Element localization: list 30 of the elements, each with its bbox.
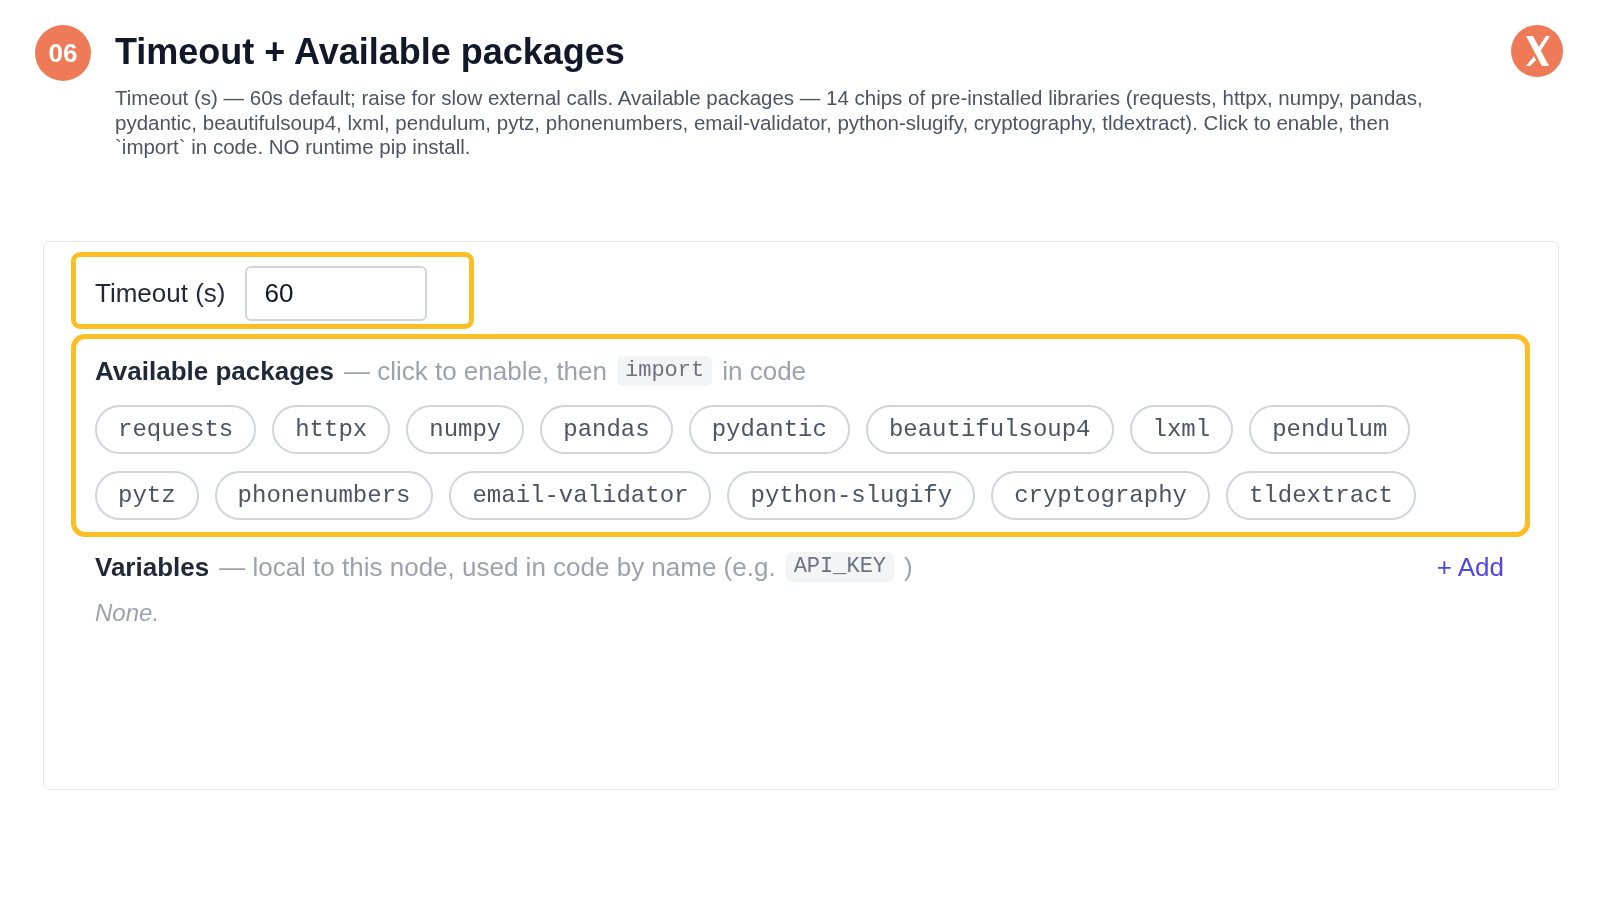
section-label: Available packages	[95, 354, 334, 388]
section-label: Variables	[95, 550, 210, 584]
timeout-label: Timeout (s)	[95, 277, 226, 309]
package-chip[interactable]: cryptography	[991, 470, 1210, 520]
code-snippet: API_KEY	[785, 551, 895, 582]
empty-text: None.	[95, 598, 160, 626]
package-chip[interactable]: email-validator	[449, 470, 712, 520]
package-chip[interactable]: pandas	[540, 404, 673, 454]
hint-text: — local to this node, used in code by name (e.g.	[219, 550, 776, 584]
package-chip[interactable]: pydantic	[688, 404, 850, 454]
package-chip[interactable]: pytz	[95, 470, 199, 520]
package-chip[interactable]: pendulum	[1249, 404, 1411, 454]
hint-text: in code	[722, 354, 807, 388]
hint-text: )	[904, 550, 913, 584]
package-chip[interactable]: python-slugify	[727, 470, 976, 520]
step-badge: 06	[35, 25, 91, 81]
code-snippet: import	[617, 355, 713, 386]
package-chip[interactable]: httpx	[272, 404, 391, 454]
package-chip[interactable]: requests	[95, 404, 257, 454]
page-title: Timeout + Available packages	[115, 32, 626, 72]
hint-text: — click to enable, then	[343, 354, 607, 388]
add-link[interactable]: + Add	[1436, 549, 1504, 584]
package-chip[interactable]: beautifulsoup4	[865, 404, 1114, 454]
package-chip[interactable]: numpy	[406, 404, 525, 454]
description-text: Timeout (s) — 60s default; raise for slow external calls. Available packages — 14 chips of pre-installed libraries (requests, httpx, numpy, pandas, pydantic, beautifulsoup4, lxml, pendulum, pytz, phonenumbers, email-validator, python-slugify, cryptography, tldextract). Click to enable, then `import` in code. NO runtime pip install.	[115, 86, 1424, 160]
package-chip[interactable]: tldextract	[1225, 470, 1416, 520]
logo-icon	[1511, 25, 1563, 77]
package-chip[interactable]: lxml	[1129, 404, 1234, 454]
timeout-input[interactable]: 60	[244, 265, 427, 321]
package-chip[interactable]: phonenumbers	[214, 470, 434, 520]
